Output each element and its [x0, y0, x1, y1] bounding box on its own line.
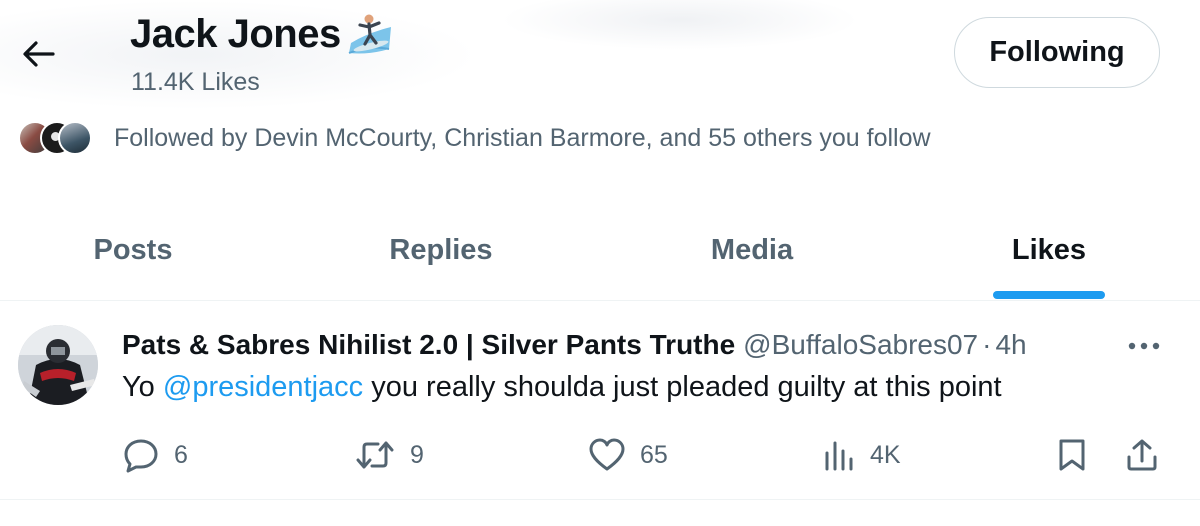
views-icon	[825, 441, 853, 471]
header-blur-backdrop-right	[500, 0, 860, 50]
reply-button[interactable]: 6	[122, 435, 188, 475]
tweet-separator: ·	[982, 329, 992, 360]
like-button[interactable]: 65	[588, 435, 668, 475]
following-button[interactable]: Following	[954, 17, 1160, 88]
tab-posts[interactable]: Posts	[0, 200, 266, 300]
views-button[interactable]: 4K	[822, 435, 901, 475]
tweet-time[interactable]: 4h	[995, 329, 1026, 361]
back-arrow-icon	[23, 41, 55, 67]
profile-name-text: Jack Jones	[130, 12, 341, 56]
followed-by-text: Followed by Devin McCourty, Christian Ba…	[114, 123, 931, 152]
repost-button[interactable]: 9	[354, 435, 424, 475]
active-tab-indicator	[993, 291, 1105, 299]
profile-header: Jack Jones 11.4K Likes Following	[0, 0, 1200, 110]
more-icon	[1128, 342, 1160, 350]
more-options-button[interactable]	[1124, 331, 1164, 361]
repost-icon	[356, 441, 394, 469]
tweet-text-start: Yo	[122, 371, 163, 403]
avatar[interactable]	[18, 325, 98, 405]
profile-tabs: Posts Replies Media Likes	[0, 200, 1200, 301]
tweet[interactable]: Pats & Sabres Nihilist 2.0 | Silver Pant…	[0, 301, 1200, 500]
bookmark-icon	[1059, 439, 1085, 471]
reply-count: 6	[174, 440, 188, 469]
avatar	[58, 121, 92, 155]
repost-count: 9	[410, 440, 424, 469]
tab-media[interactable]: Media	[616, 200, 888, 300]
followed-by-row[interactable]: Followed by Devin McCourty, Christian Ba…	[18, 118, 931, 158]
bookmark-button[interactable]	[1056, 435, 1088, 475]
tab-likes[interactable]: Likes	[888, 200, 1200, 300]
likes-count: 11.4K Likes	[131, 68, 260, 96]
tweet-text: Yo @presidentjacc you really shoulda jus…	[122, 371, 1002, 404]
follower-avatars	[18, 118, 92, 158]
like-count: 65	[640, 440, 668, 469]
like-icon	[589, 438, 625, 471]
share-button[interactable]	[1124, 435, 1160, 475]
views-count: 4K	[870, 440, 901, 469]
tab-replies[interactable]: Replies	[266, 200, 616, 300]
profile-name: Jack Jones	[130, 12, 395, 57]
tweet-text-end: you really shoulda just pleaded guilty a…	[363, 371, 1002, 403]
mention-link[interactable]: @presidentjacc	[163, 371, 363, 403]
tweet-handle[interactable]: @BuffaloSabres07	[743, 329, 978, 361]
tweet-author-name[interactable]: Pats & Sabres Nihilist 2.0 | Silver Pant…	[122, 329, 735, 361]
share-icon	[1127, 439, 1157, 471]
reply-icon	[124, 439, 158, 473]
surfer-emoji-icon	[345, 13, 395, 57]
tweet-header: Pats & Sabres Nihilist 2.0 | Silver Pant…	[122, 329, 1027, 361]
back-button[interactable]	[18, 34, 58, 74]
